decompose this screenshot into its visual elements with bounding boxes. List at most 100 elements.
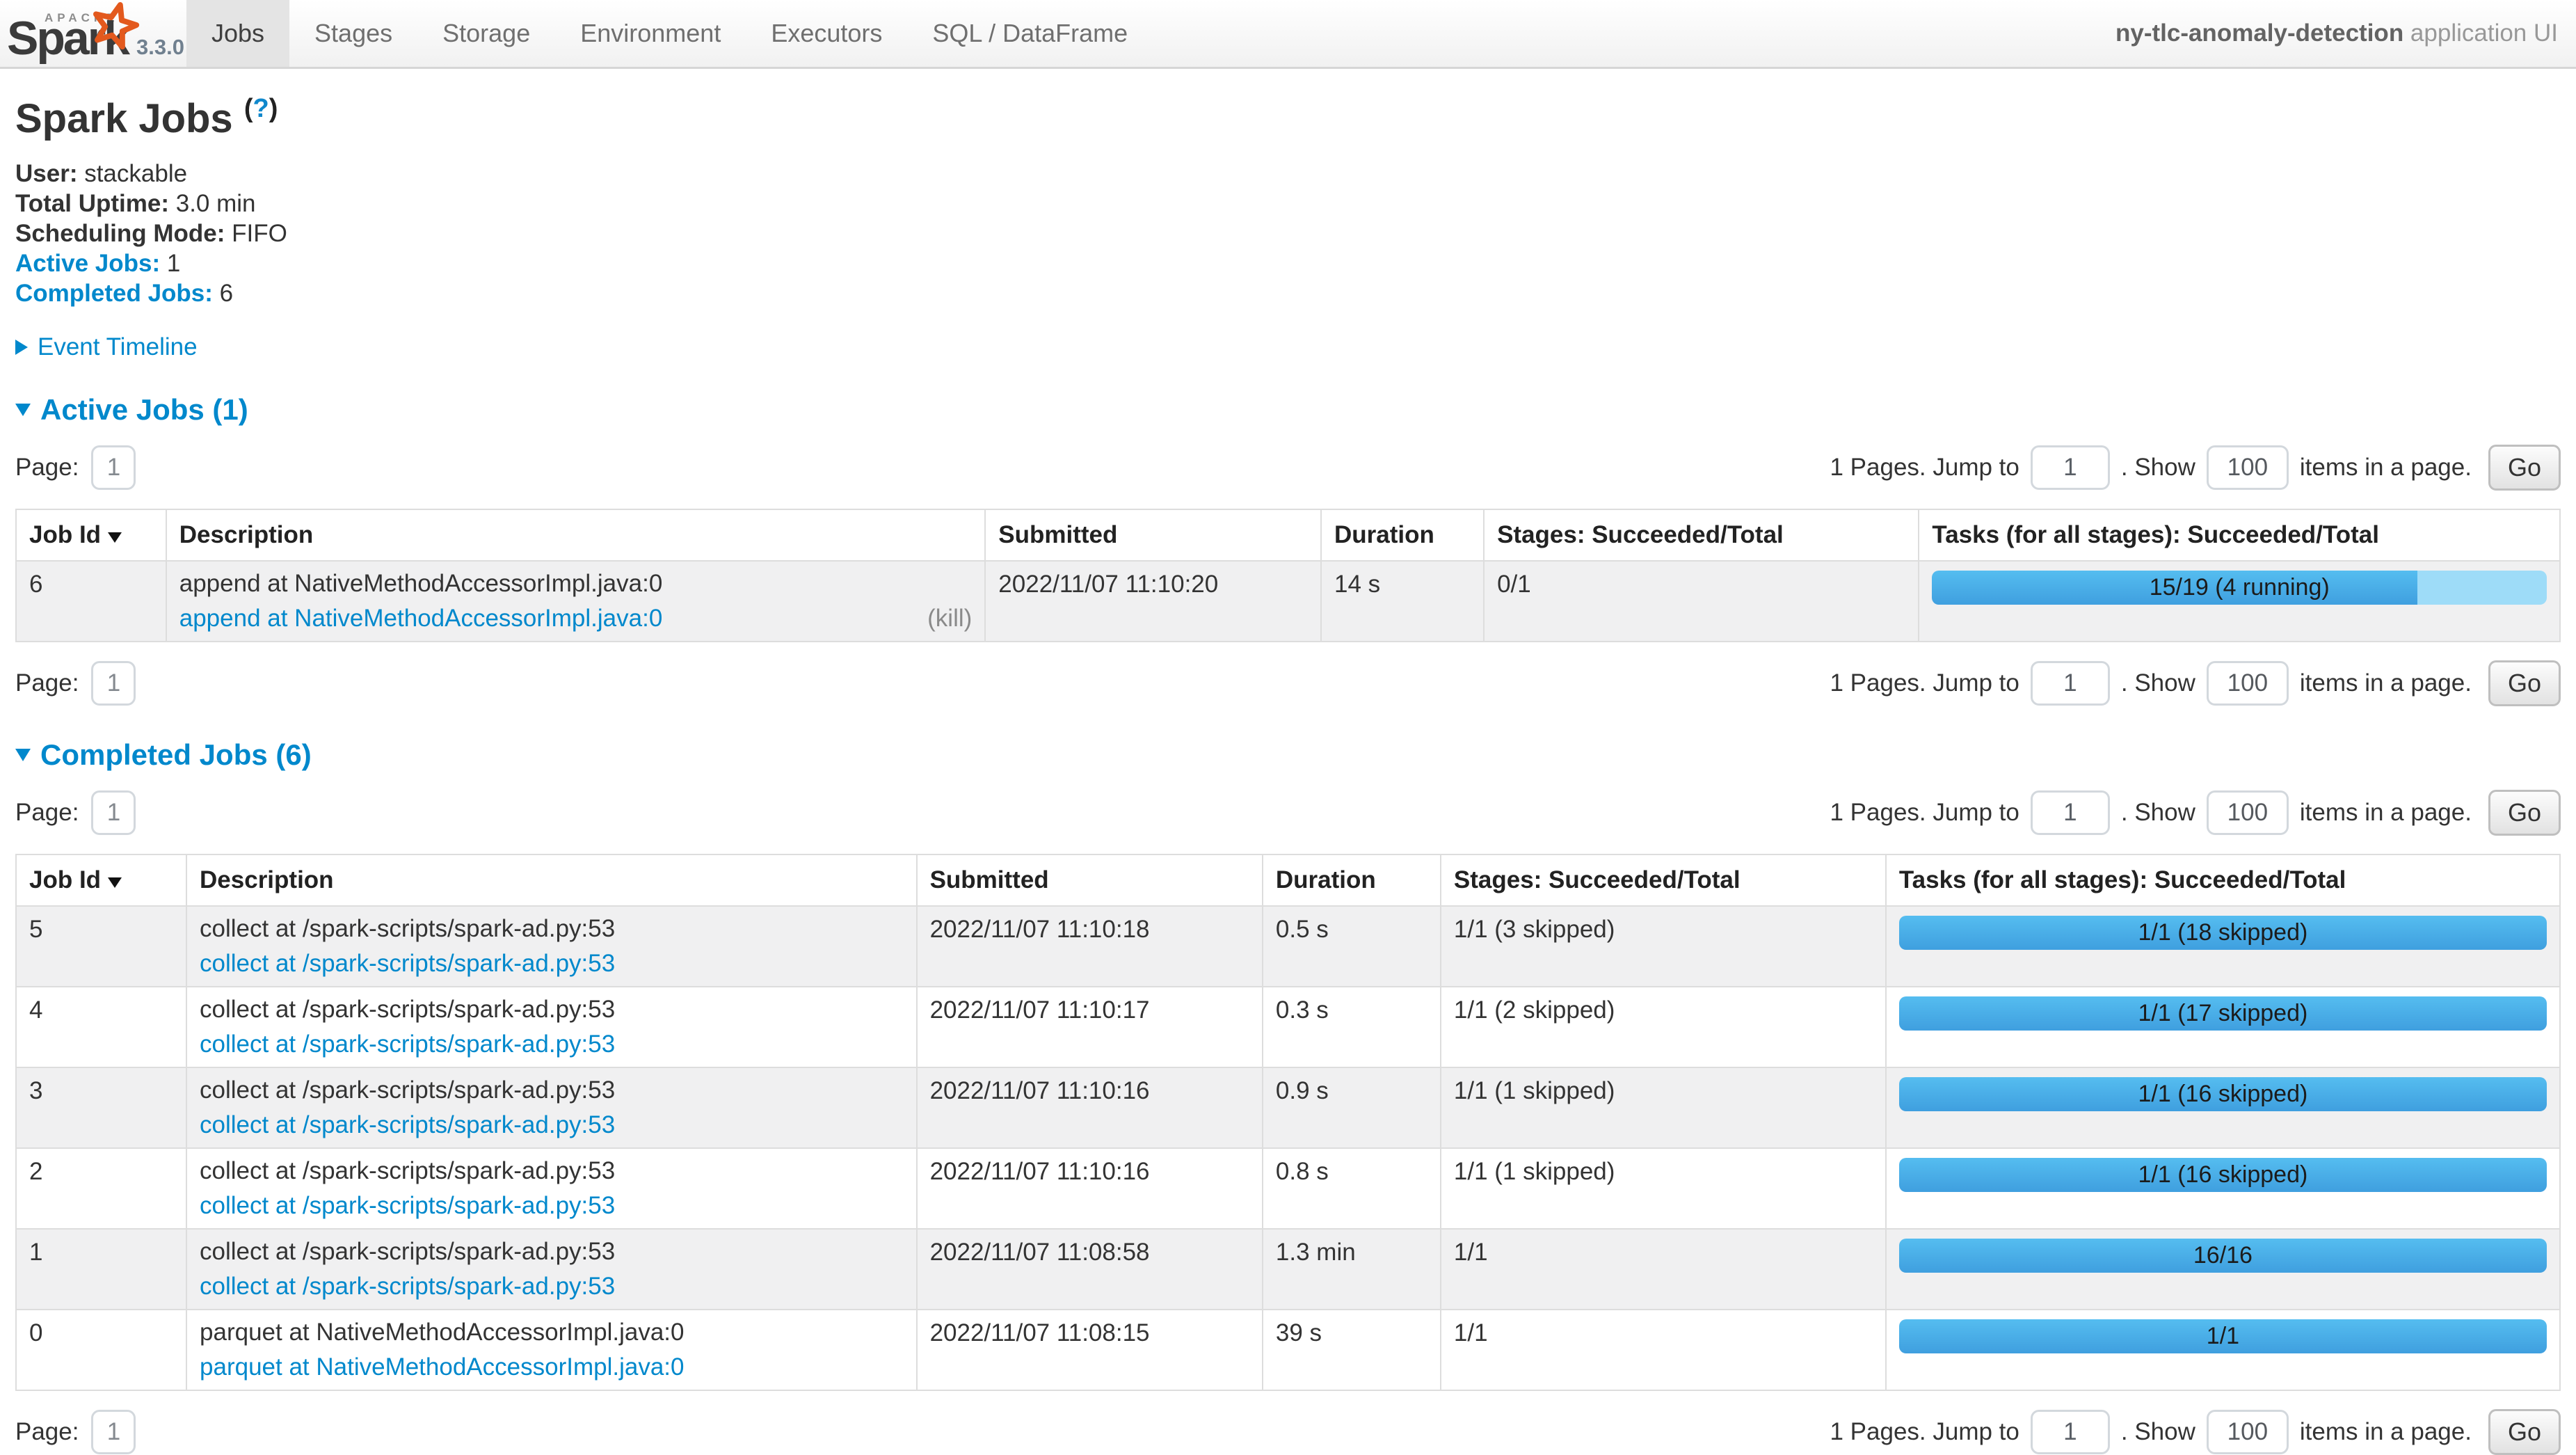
column-header-duration[interactable]: Duration (1263, 854, 1441, 906)
show-items-input[interactable] (2207, 1410, 2289, 1454)
summary-link-completed-jobs[interactable]: Completed Jobs: (15, 280, 213, 307)
go-button[interactable]: Go (2488, 660, 2561, 706)
description-line2: collect at /spark-scripts/spark-ad.py:53 (200, 1193, 904, 1219)
description-cell: collect at /spark-scripts/spark-ad.py:53… (186, 906, 917, 987)
job-row: 6append at NativeMethodAccessorImpl.java… (16, 561, 2560, 642)
summary-link-active-jobs[interactable]: Active Jobs: (15, 250, 160, 277)
spark-star-icon (89, 0, 143, 54)
go-button[interactable]: Go (2488, 1409, 2561, 1455)
pager-pages-text: 1 Pages. Jump to (1830, 454, 2019, 482)
summary-scheduling-mode: Scheduling Mode: FIFO (15, 218, 2561, 248)
column-header-description[interactable]: Description (166, 509, 986, 561)
pager-items-text: items in a page. (2300, 669, 2472, 697)
description-link[interactable]: collect at /spark-scripts/spark-ad.py:53 (200, 1192, 615, 1219)
pager-page-group: Page: (15, 790, 136, 835)
duration-cell: 0.8 s (1263, 1148, 1441, 1229)
tab-stages[interactable]: Stages (289, 0, 417, 67)
description-link[interactable]: append at NativeMethodAccessorImpl.java:… (179, 605, 663, 632)
page-number-input[interactable] (91, 661, 136, 706)
description-cell: collect at /spark-scripts/spark-ad.py:53… (186, 1229, 917, 1310)
page-title: Spark Jobs (?) (15, 95, 2561, 142)
tab-jobs[interactable]: Jobs (186, 0, 289, 67)
pager-page-group: Page: (15, 1410, 136, 1454)
help-sup: (?) (244, 94, 278, 123)
jump-to-input[interactable] (2031, 1410, 2110, 1454)
duration-cell: 14 s (1321, 561, 1484, 642)
column-header-submitted[interactable]: Submitted (917, 854, 1263, 906)
column-header-job-id[interactable]: Job Id (16, 854, 186, 906)
description-text: append at NativeMethodAccessorImpl.java:… (179, 571, 973, 597)
show-items-input[interactable] (2207, 790, 2289, 835)
description-cell: append at NativeMethodAccessorImpl.java:… (166, 561, 986, 642)
tab-sql-dataframe[interactable]: SQL / DataFrame (907, 0, 1153, 67)
completed-jobs-heading-link[interactable]: Completed Jobs (6) (40, 738, 312, 772)
tasks-cell: 1/1 (16 skipped) (1886, 1067, 2560, 1148)
duration-cell: 0.9 s (1263, 1067, 1441, 1148)
pager-page-group: Page: (15, 661, 136, 706)
pager-items-text: items in a page. (2300, 1418, 2472, 1446)
description-text: collect at /spark-scripts/spark-ad.py:53 (200, 916, 904, 942)
tasks-progress-bar: 1/1 (17 skipped) (1899, 996, 2547, 1031)
tasks-cell: 1/1 (18 skipped) (1886, 906, 2560, 987)
tasks-cell: 1/1 (1886, 1310, 2560, 1390)
active-jobs-table: Job IdDescriptionSubmittedDurationStages… (15, 509, 2561, 642)
submitted-cell: 2022/11/07 11:10:16 (917, 1148, 1263, 1229)
event-timeline-link[interactable]: Event Timeline (38, 333, 198, 361)
pager-jump-group: 1 Pages. Jump to. Showitems in a page.Go (1830, 790, 2561, 836)
pager-page-label: Page: (15, 799, 79, 827)
jump-to-input[interactable] (2031, 790, 2110, 835)
pager-items-text: items in a page. (2300, 799, 2472, 827)
description-cell: collect at /spark-scripts/spark-ad.py:53… (186, 987, 917, 1067)
progress-label: 1/1 (17 skipped) (1899, 996, 2547, 1031)
summary-label: Total Uptime: (15, 190, 169, 217)
jump-to-input[interactable] (2031, 445, 2110, 490)
column-header-description[interactable]: Description (186, 854, 917, 906)
show-items-input[interactable] (2207, 445, 2289, 490)
progress-label: 1/1 (1899, 1319, 2547, 1353)
show-items-input[interactable] (2207, 661, 2289, 706)
column-header-stages-succeeded-total[interactable]: Stages: Succeeded/Total (1484, 509, 1919, 561)
job-row: 2collect at /spark-scripts/spark-ad.py:5… (16, 1148, 2560, 1229)
app-title: ny-tlc-anomaly-detection application UI (2115, 19, 2576, 47)
jump-to-input[interactable] (2031, 661, 2110, 706)
description-link[interactable]: collect at /spark-scripts/spark-ad.py:53 (200, 950, 615, 977)
tasks-cell: 16/16 (1886, 1229, 2560, 1310)
submitted-cell: 2022/11/07 11:08:15 (917, 1310, 1263, 1390)
tasks-progress-bar: 16/16 (1899, 1239, 2547, 1273)
page-number-input[interactable] (91, 790, 136, 835)
active-jobs-table-container: Job IdDescriptionSubmittedDurationStages… (15, 509, 2561, 642)
page-number-input[interactable] (91, 1410, 136, 1454)
go-button[interactable]: Go (2488, 790, 2561, 836)
spark-logo[interactable]: APACHE Spark 3.3.0 (0, 0, 186, 67)
column-header-stages-succeeded-total[interactable]: Stages: Succeeded/Total (1441, 854, 1886, 906)
column-header-duration[interactable]: Duration (1321, 509, 1484, 561)
go-button[interactable]: Go (2488, 445, 2561, 491)
description-link[interactable]: parquet at NativeMethodAccessorImpl.java… (200, 1353, 684, 1381)
description-link[interactable]: collect at /spark-scripts/spark-ad.py:53 (200, 1273, 615, 1300)
tasks-progress-bar: 15/19 (4 running) (1932, 571, 2547, 605)
column-header-tasks-for-all-stages-succeeded-total[interactable]: Tasks (for all stages): Succeeded/Total (1886, 854, 2560, 906)
kill-link[interactable]: (kill) (927, 605, 972, 632)
tab-storage[interactable]: Storage (417, 0, 555, 67)
column-header-job-id[interactable]: Job Id (16, 509, 166, 561)
description-link[interactable]: collect at /spark-scripts/spark-ad.py:53 (200, 1031, 615, 1058)
tab-environment[interactable]: Environment (555, 0, 746, 67)
description-text: parquet at NativeMethodAccessorImpl.java… (200, 1319, 904, 1346)
job-row: 4collect at /spark-scripts/spark-ad.py:5… (16, 987, 2560, 1067)
active-jobs-heading-link[interactable]: Active Jobs (1) (40, 393, 248, 427)
chevron-down-icon (15, 404, 31, 416)
pager-pages-text: 1 Pages. Jump to (1830, 799, 2019, 827)
progress-label: 1/1 (16 skipped) (1899, 1077, 2547, 1111)
column-header-tasks-for-all-stages-succeeded-total[interactable]: Tasks (for all stages): Succeeded/Total (1919, 509, 2560, 561)
event-timeline-toggle[interactable]: Event Timeline (15, 333, 2561, 361)
description-line2: (kill) append at NativeMethodAccessorImpl… (179, 605, 973, 632)
column-header-submitted[interactable]: Submitted (985, 509, 1321, 561)
pager-jump-group: 1 Pages. Jump to. Showitems in a page.Go (1830, 660, 2561, 706)
help-link[interactable]: ? (253, 94, 269, 123)
pager-completed-bottom: Page:1 Pages. Jump to. Showitems in a pa… (15, 1409, 2561, 1455)
pager-jump-group: 1 Pages. Jump to. Showitems in a page.Go (1830, 1409, 2561, 1455)
duration-cell: 0.5 s (1263, 906, 1441, 987)
description-link[interactable]: collect at /spark-scripts/spark-ad.py:53 (200, 1111, 615, 1138)
tab-executors[interactable]: Executors (746, 0, 907, 67)
page-number-input[interactable] (91, 445, 136, 490)
